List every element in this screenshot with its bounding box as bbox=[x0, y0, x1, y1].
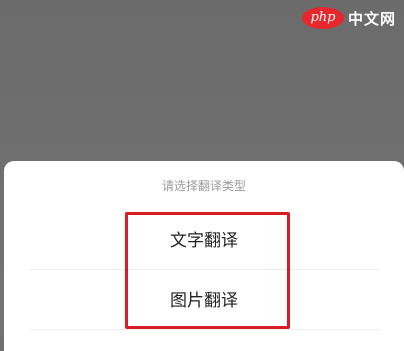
translation-type-sheet: 请选择翻译类型 文字翻译 图片翻译 bbox=[4, 161, 404, 351]
option-label: 图片翻译 bbox=[170, 291, 238, 311]
option-image-translation[interactable]: 图片翻译 bbox=[4, 273, 404, 329]
site-watermark: php 中文网 bbox=[301, 6, 396, 30]
php-logo-icon: php bbox=[301, 7, 344, 29]
sheet-title: 请选择翻译类型 bbox=[161, 179, 246, 193]
option-text-translation[interactable]: 文字翻译 bbox=[4, 213, 404, 269]
watermark-site-text: 中文网 bbox=[347, 9, 396, 28]
option-divider bbox=[30, 269, 380, 270]
option-divider bbox=[30, 329, 380, 330]
option-label: 文字翻译 bbox=[170, 231, 238, 251]
